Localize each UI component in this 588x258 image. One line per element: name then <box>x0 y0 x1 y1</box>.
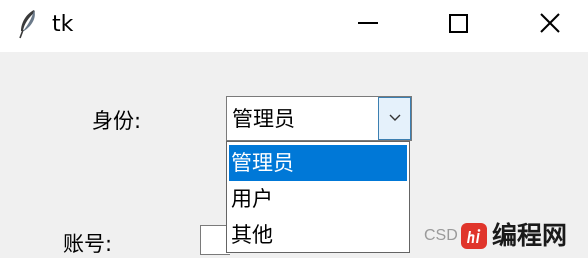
account-label: 账号: <box>63 232 113 256</box>
minimize-button[interactable] <box>345 0 391 46</box>
maximize-icon <box>449 14 468 33</box>
feather-icon <box>18 9 38 39</box>
close-button[interactable] <box>527 0 573 46</box>
close-icon <box>540 13 560 33</box>
identity-option-admin[interactable]: 管理员 <box>229 145 407 181</box>
php-logo <box>460 222 488 250</box>
title-bar: tk <box>0 0 588 52</box>
maximize-button[interactable] <box>436 0 482 46</box>
window-title: tk <box>52 12 74 37</box>
identity-label: 身份: <box>92 109 142 133</box>
chevron-down-icon <box>389 114 401 121</box>
identity-combobox-value[interactable]: 管理员 <box>232 105 295 133</box>
watermark-prefix: CSD <box>424 227 458 244</box>
identity-option-other[interactable]: 其他 <box>229 217 407 253</box>
identity-dropdown-button[interactable] <box>378 97 411 140</box>
identity-combobox[interactable]: 管理员 <box>226 96 412 141</box>
identity-options-list: 管理员 用户 其他 <box>226 141 410 253</box>
minimize-icon <box>358 22 378 24</box>
identity-option-user[interactable]: 用户 <box>229 181 407 217</box>
watermark-text: 编程网 <box>492 221 568 250</box>
